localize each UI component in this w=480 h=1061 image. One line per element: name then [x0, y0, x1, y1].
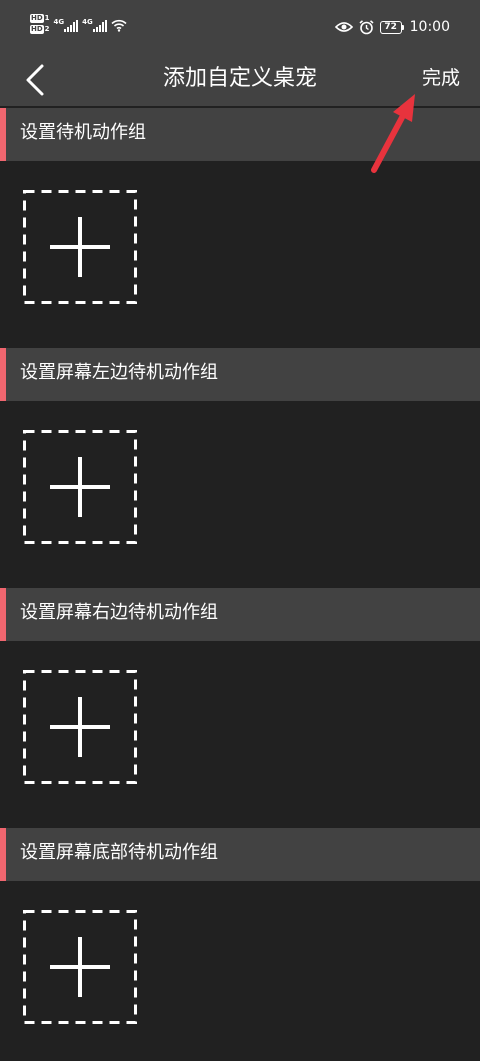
- page-title: 添加自定义桌宠: [162, 66, 317, 91]
- wifi-icon: [111, 19, 127, 32]
- section-accent-bar: [0, 828, 6, 881]
- add-idle-action-button[interactable]: [23, 190, 137, 304]
- sim1-network-type: 4G: [53, 18, 65, 26]
- section-header-bottom-idle: 设置屏幕底部待机动作组: [0, 828, 480, 881]
- section-label: 设置待机动作组: [20, 122, 146, 143]
- section-accent-bar: [0, 108, 6, 161]
- hd-2-indicator: HD 2: [30, 25, 50, 34]
- hd-indicators: HD 1 HD 2: [30, 14, 50, 34]
- status-time: 10:00: [409, 19, 450, 35]
- hd-1-indicator: HD 1: [30, 14, 50, 23]
- done-button[interactable]: 完成: [422, 66, 460, 90]
- add-right-idle-action-button[interactable]: [23, 670, 137, 784]
- section-header-left-idle: 设置屏幕左边待机动作组: [0, 348, 480, 401]
- section-header-idle: 设置待机动作组: [0, 108, 480, 161]
- status-bar: HD 1 HD 2 4G 4G 72 10:00: [0, 0, 480, 54]
- battery-level: 72: [379, 20, 402, 34]
- top-navigation-bar: 添加自定义桌宠 完成: [0, 54, 480, 106]
- status-left: HD 1 HD 2 4G 4G: [30, 14, 127, 34]
- battery-tip: [401, 24, 404, 30]
- plus-icon: [23, 190, 137, 304]
- status-right: 72 10:00: [334, 19, 450, 35]
- sim1-signal: 4G: [54, 18, 79, 32]
- plus-icon: [23, 670, 137, 784]
- alarm-icon: [359, 19, 374, 34]
- battery-icon: 72: [379, 20, 404, 34]
- sim2-network-type: 4G: [82, 18, 93, 26]
- section-header-right-idle: 设置屏幕右边待机动作组: [0, 588, 480, 641]
- section-label: 设置屏幕底部待机动作组: [20, 842, 218, 863]
- signal-icon: [92, 20, 107, 32]
- section-label: 设置屏幕左边待机动作组: [20, 362, 218, 383]
- signal-icon: [64, 20, 79, 32]
- add-left-idle-action-button[interactable]: [23, 430, 137, 544]
- eye-icon: [334, 22, 353, 32]
- section-label: 设置屏幕右边待机动作组: [20, 602, 218, 623]
- plus-icon: [23, 430, 137, 544]
- sim2-signal: 4G: [82, 18, 107, 32]
- plus-icon: [23, 910, 137, 1024]
- section-accent-bar: [0, 588, 6, 641]
- add-bottom-idle-action-button[interactable]: [23, 910, 137, 1024]
- section-accent-bar: [0, 348, 6, 401]
